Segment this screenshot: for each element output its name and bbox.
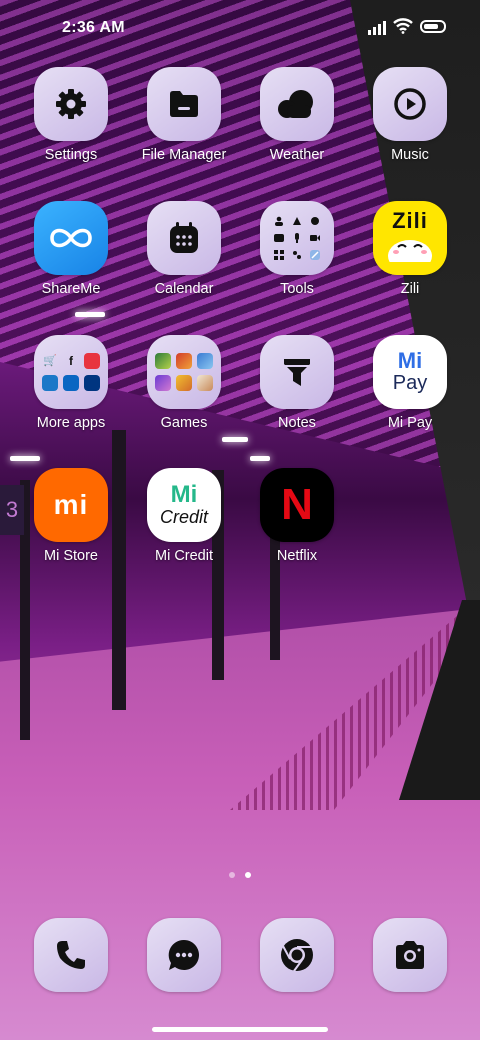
- calendar-icon: [147, 201, 221, 275]
- messages-icon: [147, 918, 221, 992]
- app-mi-credit[interactable]: Mi Credit Mi Credit: [128, 468, 240, 564]
- prime-video-icon: [42, 375, 58, 391]
- app-label: File Manager: [141, 147, 227, 163]
- mi-store-icon: mi: [34, 468, 108, 542]
- app-label: Tools: [280, 281, 314, 297]
- music-play-icon: [373, 67, 447, 141]
- app-label: Calendar: [154, 281, 214, 297]
- app-file-manager[interactable]: File Manager: [128, 67, 240, 163]
- clock: 2:36 AM: [62, 19, 125, 36]
- facebook-icon: f: [69, 354, 73, 368]
- app-label: Notes: [278, 415, 316, 431]
- mi-pay-icon: Mi Pay: [373, 335, 447, 409]
- settings-icon: [34, 67, 108, 141]
- booking-icon: [84, 375, 100, 391]
- app-label: Mi Pay: [387, 415, 433, 431]
- cart-icon: 🛒: [43, 355, 57, 367]
- folder-icon: [147, 67, 221, 141]
- game-icon: [155, 353, 171, 369]
- app-netflix[interactable]: N Netflix: [241, 468, 353, 564]
- battery-icon: [420, 20, 446, 33]
- shareme-icon: [34, 201, 108, 275]
- games-folder-icon: [147, 335, 221, 409]
- app-settings[interactable]: Settings: [15, 67, 127, 163]
- dock-messages[interactable]: [128, 918, 240, 992]
- tools-folder-icon: [260, 201, 334, 275]
- netflix-icon: N: [260, 468, 334, 542]
- app-mi-store[interactable]: mi Mi Store: [15, 468, 127, 564]
- app-calendar[interactable]: Calendar: [128, 201, 240, 297]
- signal-icon: [368, 21, 386, 35]
- app-label: Netflix: [276, 548, 318, 564]
- folder-tools[interactable]: Tools: [241, 201, 353, 297]
- notes-icon: [260, 335, 334, 409]
- app-shareme[interactable]: ShareMe: [15, 201, 127, 297]
- phone-icon: [34, 918, 108, 992]
- page-dot[interactable]: [229, 872, 235, 878]
- linkedin-icon: [63, 375, 79, 391]
- game-icon: [197, 375, 213, 391]
- folder-games[interactable]: Games: [128, 335, 240, 431]
- game-icon: [197, 353, 213, 369]
- game-icon: [176, 353, 192, 369]
- more-apps-folder-icon: 🛒 f: [34, 335, 108, 409]
- app-label: Games: [160, 415, 208, 431]
- game-icon: [155, 375, 171, 391]
- app-label: More apps: [36, 415, 106, 431]
- app-label: Mi Store: [44, 548, 98, 564]
- dock-chrome[interactable]: [241, 918, 353, 992]
- app-label: Zili: [400, 281, 420, 297]
- wifi-icon: [393, 18, 413, 34]
- dock-camera[interactable]: [354, 918, 466, 992]
- mi-credit-icon: Mi Credit: [147, 468, 221, 542]
- folder-more-apps[interactable]: 🛒 f More apps: [15, 335, 127, 431]
- page-dot-active[interactable]: [245, 872, 251, 878]
- page-indicator: [0, 872, 480, 878]
- app-notes[interactable]: Notes: [241, 335, 353, 431]
- app-label: Music: [391, 147, 429, 163]
- game-icon: [176, 375, 192, 391]
- app-label: ShareMe: [41, 281, 101, 297]
- chrome-icon: [260, 918, 334, 992]
- app-label: Mi Credit: [154, 548, 213, 564]
- status-bar: 2:36 AM: [0, 0, 480, 56]
- dock-phone[interactable]: [15, 918, 127, 992]
- app-zili[interactable]: Zili Zili: [354, 201, 466, 297]
- camera-icon: [373, 918, 447, 992]
- cloud-icon: [260, 67, 334, 141]
- home-indicator[interactable]: [152, 1027, 328, 1032]
- zili-icon: Zili: [373, 201, 447, 275]
- wps-icon: [84, 353, 100, 369]
- app-label: Weather: [269, 147, 325, 163]
- app-mi-pay[interactable]: Mi Pay Mi Pay: [354, 335, 466, 431]
- app-label: Settings: [44, 147, 98, 163]
- app-music[interactable]: Music: [354, 67, 466, 163]
- app-weather[interactable]: Weather: [241, 67, 353, 163]
